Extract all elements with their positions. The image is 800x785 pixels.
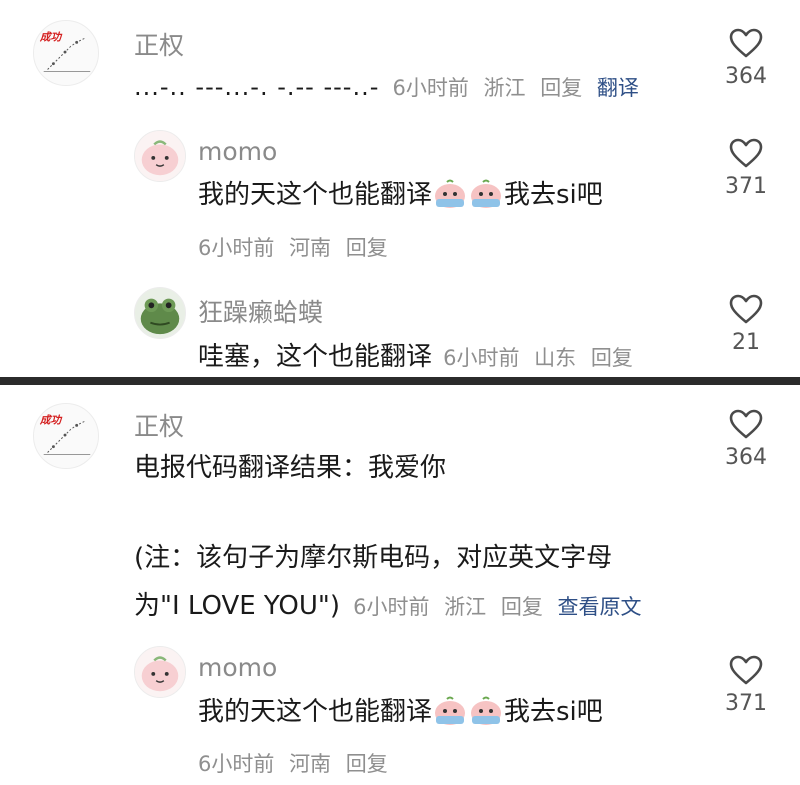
reply-meta: 6小时前 山东 回复	[443, 346, 633, 370]
avatar-momo[interactable]	[134, 646, 186, 698]
reply-time: 6小时前	[443, 346, 520, 370]
comment-translated-text: 电报代码翻译结果：我爱你	[134, 453, 447, 483]
translate-link[interactable]: 翻译	[597, 76, 639, 100]
reply-meta: 6小时前 河南 回复	[198, 748, 388, 778]
comment-thread-top: 成功 正权 ...-.. ---...-. -.-- ---..- 6小时前 浙…	[0, 0, 800, 377]
comment-thread-bottom: 成功 正权 电报代码翻译结果：我爱你 (注：该句子为摩尔斯电码，对应英文字母 为…	[0, 385, 800, 785]
reply-button[interactable]: 回复	[346, 752, 388, 776]
avatar-momo-image	[135, 647, 185, 697]
comment-username[interactable]: 正权	[134, 407, 184, 443]
reply-text: 我的天这个也能翻译 我去si吧	[198, 178, 603, 212]
avatar-momo-image	[135, 131, 185, 181]
reply-text-part: 我去si吧	[504, 697, 603, 727]
reply-text: 我的天这个也能翻译 我去si吧	[198, 695, 603, 729]
crying-emoji-icon	[469, 696, 503, 726]
comment-location: 浙江	[444, 595, 487, 619]
reply-username[interactable]: 狂躁癞蛤蟆	[198, 293, 323, 329]
comment-note-line: 为"I LOVE YOU")	[134, 591, 340, 621]
comment-time: 6小时前	[392, 76, 469, 100]
avatar-logo-image: 成功	[34, 21, 98, 85]
view-original-link[interactable]: 查看原文	[558, 595, 642, 619]
like-count: 371	[725, 174, 767, 199]
avatar-momo[interactable]	[134, 130, 186, 182]
like-control[interactable]: 371	[716, 138, 776, 199]
reply-button[interactable]: 回复	[346, 236, 388, 260]
reply-button[interactable]: 回复	[540, 76, 582, 100]
heart-outline-icon[interactable]	[729, 655, 763, 685]
crying-emoji-icon	[469, 179, 503, 209]
reply-text-part: 我去si吧	[504, 180, 603, 210]
like-control[interactable]: 21	[716, 294, 776, 355]
comment-time: 6小时前	[353, 595, 430, 619]
reply-time: 6小时前	[198, 236, 275, 260]
reply-button[interactable]: 回复	[591, 346, 633, 370]
comment-username[interactable]: 正权	[134, 26, 184, 62]
reply-text-part: 我的天这个也能翻译	[198, 180, 433, 210]
avatar-zhengquan[interactable]: 成功	[33, 403, 99, 469]
comment-note-line: (注：该句子为摩尔斯电码，对应英文字母	[134, 543, 613, 573]
crying-emoji-icon	[433, 179, 467, 209]
comment-meta: 6小时前 浙江 回复 翻译	[392, 76, 638, 100]
reply-text: 哇塞，这个也能翻译	[198, 342, 433, 372]
reply-username[interactable]: momo	[198, 137, 277, 166]
comment-body: ...-.. ---...-. -.-- ---..- 6小时前 浙江 回复 翻…	[134, 72, 639, 102]
svg-text:成功: 成功	[39, 30, 63, 43]
avatar-logo-image: 成功	[34, 404, 98, 468]
avatar-frog[interactable]	[134, 287, 186, 339]
like-count: 364	[725, 64, 767, 89]
like-count: 21	[732, 330, 760, 355]
heart-outline-icon[interactable]	[729, 294, 763, 324]
reply-button[interactable]: 回复	[501, 595, 543, 619]
reply-location: 山东	[534, 346, 577, 370]
comment-location: 浙江	[483, 76, 526, 100]
reply-time: 6小时前	[198, 752, 275, 776]
reply-text-part: 我的天这个也能翻译	[198, 697, 433, 727]
like-count: 364	[725, 445, 767, 470]
comment-meta: 6小时前 浙江 回复 查看原文	[353, 595, 641, 619]
comment-text: ...-.. ---...-. -.-- ---..-	[134, 73, 380, 101]
heart-outline-icon[interactable]	[729, 409, 763, 439]
reply-location: 河南	[289, 236, 332, 260]
reply-username[interactable]: momo	[198, 653, 277, 682]
svg-text:成功: 成功	[39, 413, 63, 426]
heart-outline-icon[interactable]	[729, 138, 763, 168]
like-control[interactable]: 371	[716, 655, 776, 716]
heart-outline-icon[interactable]	[729, 28, 763, 58]
crying-emoji-icon	[433, 696, 467, 726]
like-control[interactable]: 364	[716, 28, 776, 89]
like-control[interactable]: 364	[716, 409, 776, 470]
comment-note-tail: 为"I LOVE YOU") 6小时前 浙江 回复 查看原文	[134, 585, 642, 622]
reply-location: 河南	[289, 752, 332, 776]
reply-meta: 6小时前 河南 回复	[198, 232, 388, 262]
avatar-zhengquan[interactable]: 成功	[33, 20, 99, 86]
screenshot-divider	[0, 377, 800, 385]
reply-body: 哇塞，这个也能翻译 6小时前 山东 回复	[198, 336, 633, 373]
like-count: 371	[725, 691, 767, 716]
avatar-frog-image	[135, 288, 185, 338]
